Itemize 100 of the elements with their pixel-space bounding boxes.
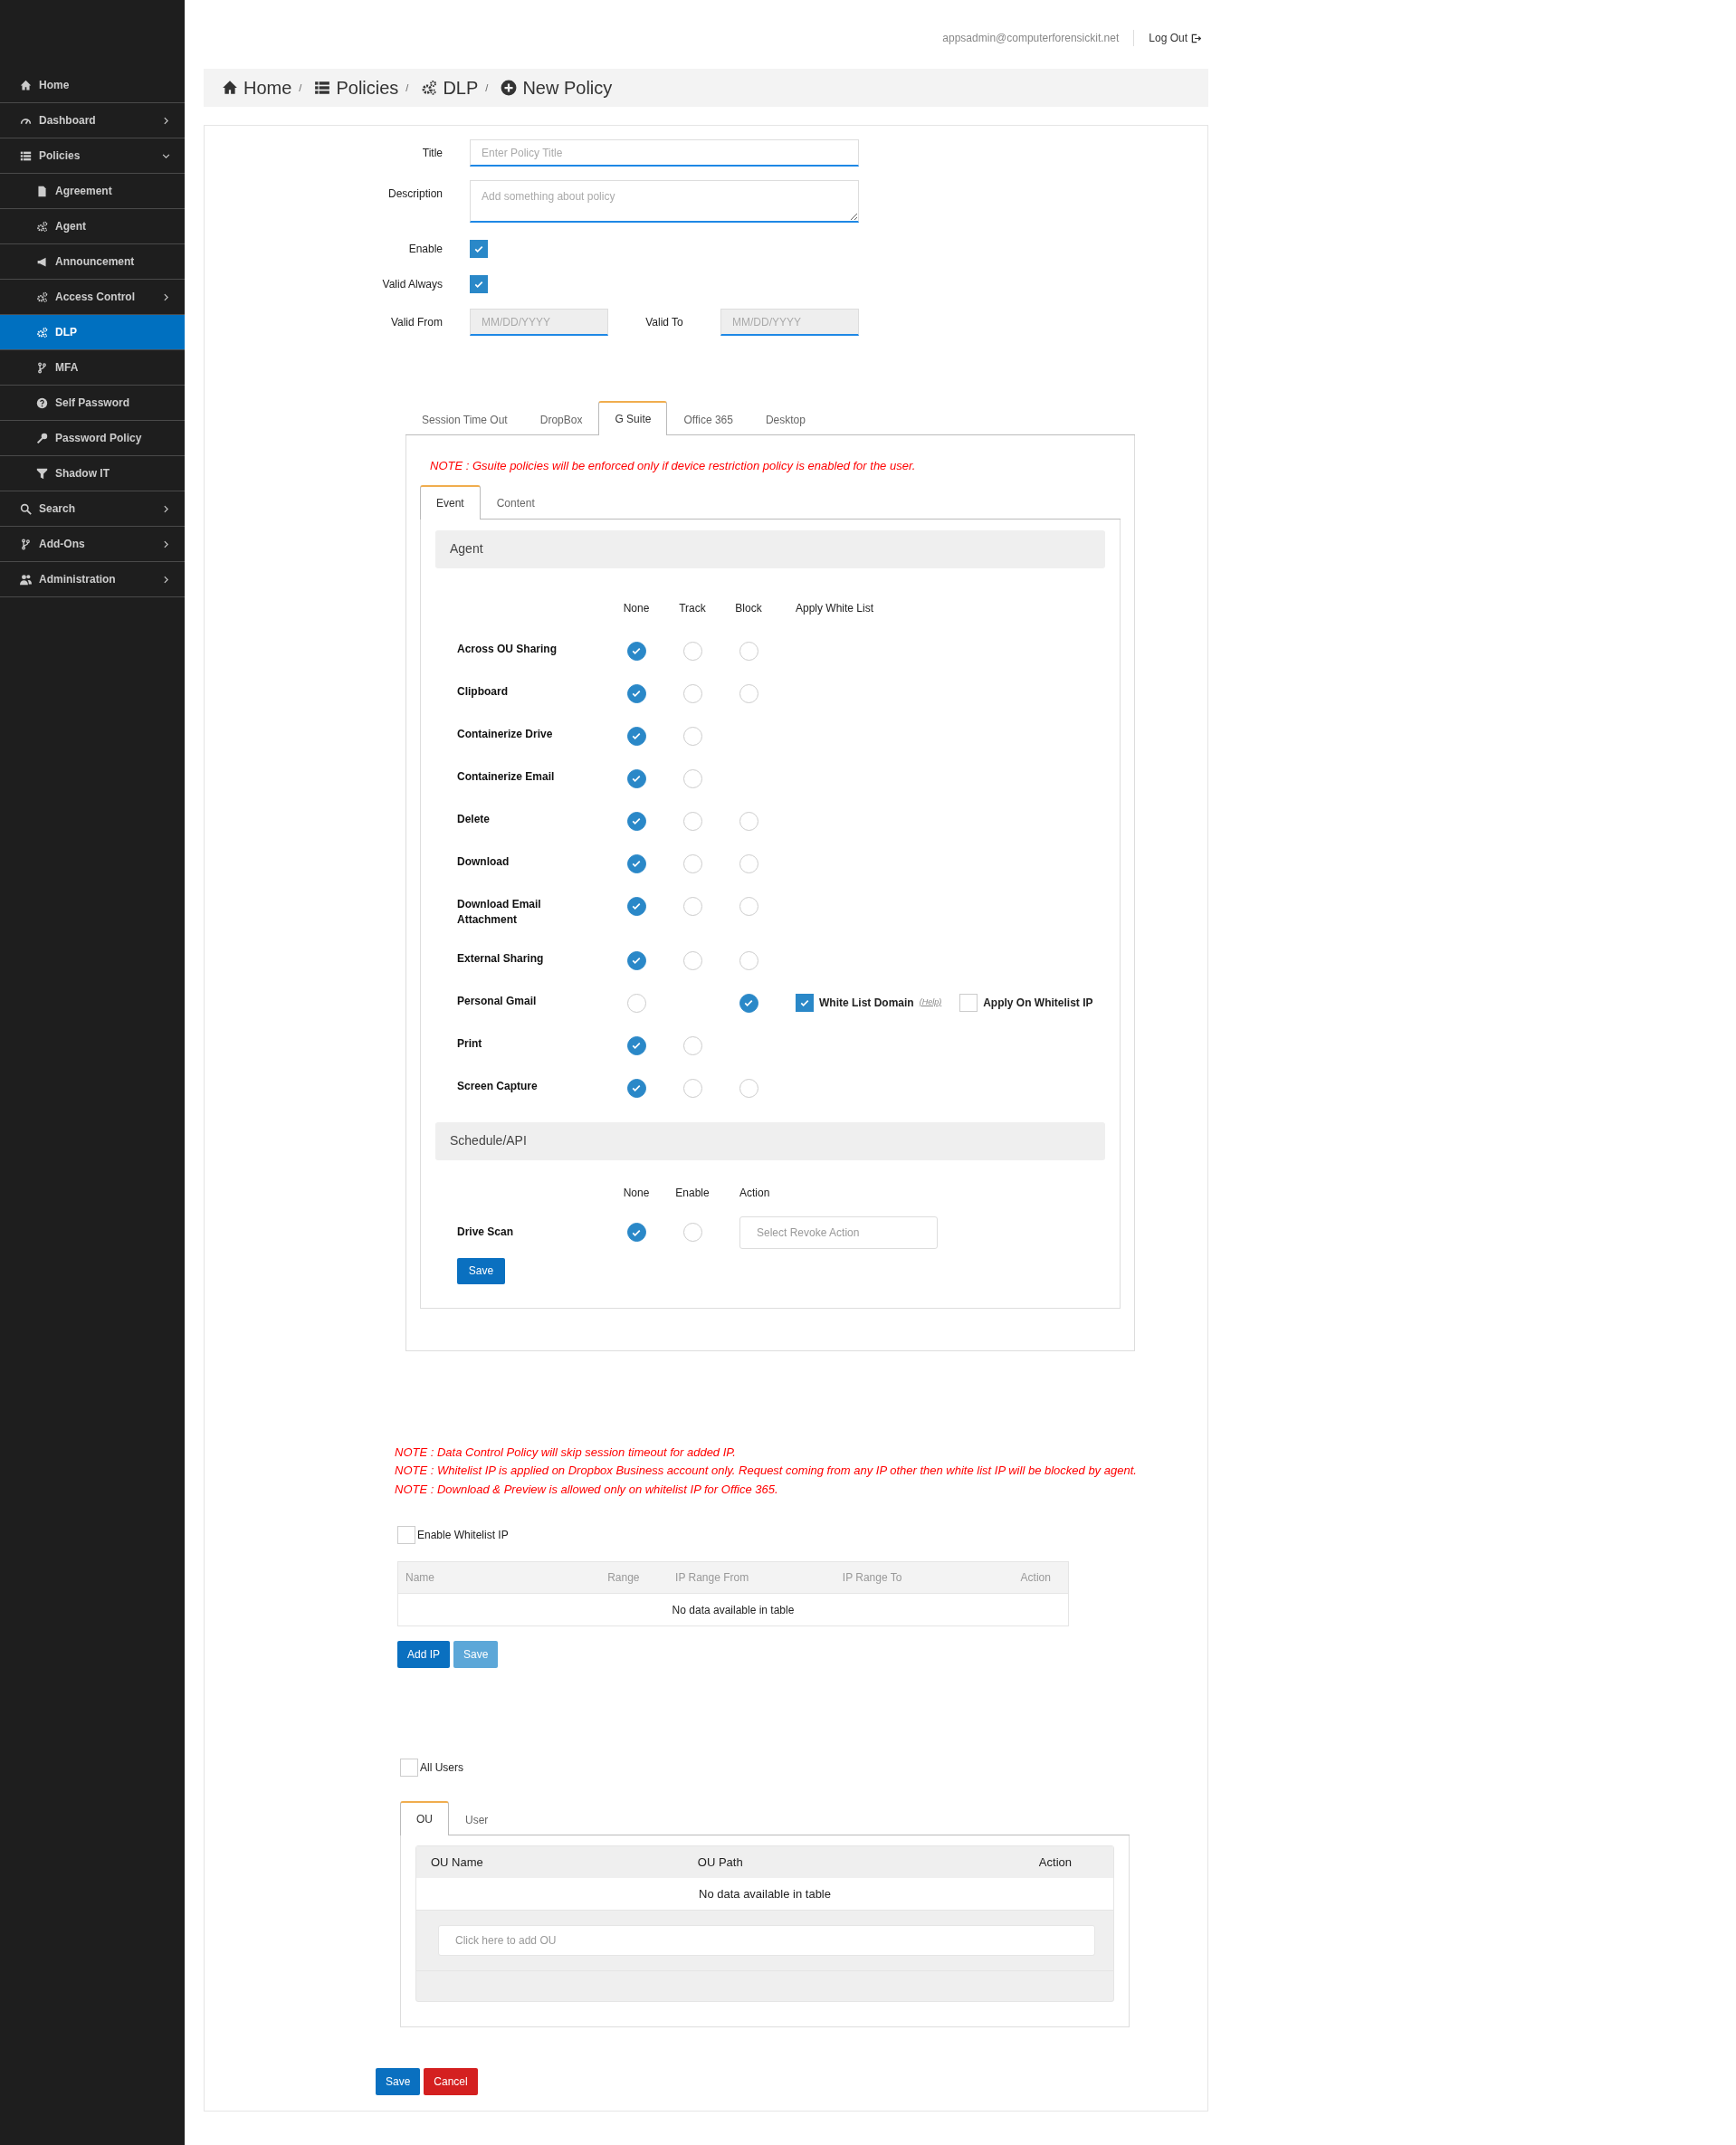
radio-button[interactable] <box>626 993 646 1013</box>
save-button[interactable]: Save <box>457 1257 505 1284</box>
checkbox[interactable] <box>400 1759 418 1777</box>
gears-icon <box>36 291 48 303</box>
tab[interactable]: G Suite <box>598 401 668 435</box>
radio-button[interactable] <box>739 641 758 661</box>
tab[interactable]: Event <box>420 484 481 520</box>
column-header: Range <box>600 1561 669 1594</box>
tab[interactable]: Content <box>480 486 551 520</box>
radio-button[interactable] <box>739 950 758 970</box>
sidebar-item[interactable]: MFA <box>0 350 185 386</box>
section-header: Schedule/API <box>435 1121 1105 1160</box>
note-text: NOTE : Gsuite policies will be enforced only if device restriction policy is enabled for the user. <box>429 458 917 474</box>
tab[interactable]: OU <box>400 1801 449 1835</box>
radio-button[interactable] <box>682 1078 702 1098</box>
breadcrumb-link[interactable]: Policies <box>314 74 399 101</box>
radio-button[interactable] <box>626 768 646 788</box>
tab[interactable]: Desktop <box>749 403 822 435</box>
radio-button[interactable] <box>626 641 646 661</box>
radio-button[interactable] <box>739 683 758 703</box>
radio-button[interactable] <box>682 896 702 916</box>
radio-button[interactable] <box>682 853 702 873</box>
radio-button[interactable] <box>682 1223 702 1242</box>
checkbox[interactable] <box>470 275 488 293</box>
description-field[interactable]: Add something about policy <box>470 180 859 223</box>
check-icon <box>743 997 754 1008</box>
radio-button[interactable] <box>626 1035 646 1055</box>
gears-icon <box>36 326 48 338</box>
radio-button[interactable] <box>739 1078 758 1098</box>
sidebar-item[interactable]: Dashboard <box>0 103 185 138</box>
radio-button[interactable] <box>682 768 702 788</box>
sidebar-item[interactable]: Search <box>0 491 185 527</box>
tab[interactable]: User <box>449 1803 505 1835</box>
radio-button[interactable] <box>626 1078 646 1098</box>
radio-button[interactable] <box>682 950 702 970</box>
sidebar-item[interactable]: Agent <box>0 209 185 244</box>
checkbox[interactable] <box>397 1526 415 1544</box>
sidebar-item[interactable]: Home <box>0 68 185 103</box>
radio-button[interactable] <box>626 896 646 916</box>
radio-button[interactable] <box>682 683 702 703</box>
sidebar-item[interactable]: Self Password <box>0 386 185 421</box>
radio-button[interactable] <box>626 811 646 831</box>
column-header: Action <box>1003 1561 1069 1594</box>
tab[interactable]: Session Time Out <box>405 403 524 435</box>
breadcrumb-link[interactable]: Home <box>222 74 292 101</box>
check-icon <box>631 815 642 826</box>
radio-button[interactable] <box>626 683 646 703</box>
radio-button[interactable] <box>626 1223 646 1242</box>
note-text: NOTE : Data Control Policy will skip session timeout for added IP. <box>395 1444 737 1461</box>
add-ou-field[interactable]: Click here to add OU <box>438 1924 1095 1956</box>
radio-button[interactable] <box>739 896 758 916</box>
chevron-right-icon <box>162 504 170 513</box>
gears-icon <box>36 220 48 233</box>
tab[interactable]: DropBox <box>523 403 599 435</box>
sidebar-item[interactable]: DLP <box>0 315 185 350</box>
sidebar-item[interactable]: Agreement <box>0 174 185 209</box>
sidebar-item[interactable]: Announcement <box>0 244 185 280</box>
radio-button[interactable] <box>739 811 758 831</box>
breadcrumb-link[interactable]: New Policy <box>501 74 613 101</box>
check-icon <box>631 773 642 784</box>
gears-icon <box>421 80 438 96</box>
logout-link[interactable]: Log Out <box>1149 30 1201 46</box>
help-link[interactable]: (Help) <box>919 996 942 1009</box>
policy-label: Screen Capture <box>457 1078 539 1094</box>
sidebar-item[interactable]: Shadow IT <box>0 456 185 491</box>
add-ip-button[interactable]: Add IP <box>397 1641 451 1668</box>
sidebar-item[interactable]: Policies <box>0 138 185 174</box>
breadcrumb-separator: / <box>485 81 489 95</box>
radio-button[interactable] <box>626 853 646 873</box>
breadcrumb-link[interactable]: DLP <box>421 74 479 101</box>
filter-icon <box>36 467 48 480</box>
sidebar-item[interactable]: Add-Ons <box>0 527 185 562</box>
title-field[interactable]: Enter Policy Title <box>470 139 859 167</box>
chevron-right-icon <box>162 539 170 548</box>
radio-button[interactable] <box>739 853 758 873</box>
sidebar-item[interactable]: Password Policy <box>0 421 185 456</box>
note-text: NOTE : Whitelist IP is applied on Dropbox Business account only. Request coming from any IP other then white list IP will be blocked by agent. <box>395 1463 1138 1479</box>
checkbox[interactable] <box>796 993 814 1012</box>
radio-button[interactable] <box>682 1035 702 1055</box>
sidebar-item[interactable]: Administration <box>0 562 185 597</box>
cancel-button[interactable]: Cancel <box>424 2067 478 2095</box>
radio-button[interactable] <box>739 993 758 1013</box>
column-header: Track <box>678 600 707 616</box>
field-label: Valid Always <box>381 277 443 292</box>
column-header: Enable <box>674 1185 711 1201</box>
policy-label: Download <box>457 853 510 870</box>
radio-button[interactable] <box>626 950 646 970</box>
check-icon <box>631 730 642 741</box>
key-icon <box>36 432 48 444</box>
field-label: Valid To <box>644 315 684 330</box>
radio-button[interactable] <box>682 726 702 746</box>
tab[interactable]: Office 365 <box>667 403 749 435</box>
save-button[interactable]: Save <box>376 2067 421 2095</box>
checkbox[interactable] <box>959 993 978 1012</box>
users-icon <box>20 573 32 586</box>
radio-button[interactable] <box>682 811 702 831</box>
radio-button[interactable] <box>626 726 646 746</box>
search-icon <box>20 502 32 515</box>
radio-button[interactable] <box>682 641 702 661</box>
checkbox[interactable] <box>470 240 488 258</box>
